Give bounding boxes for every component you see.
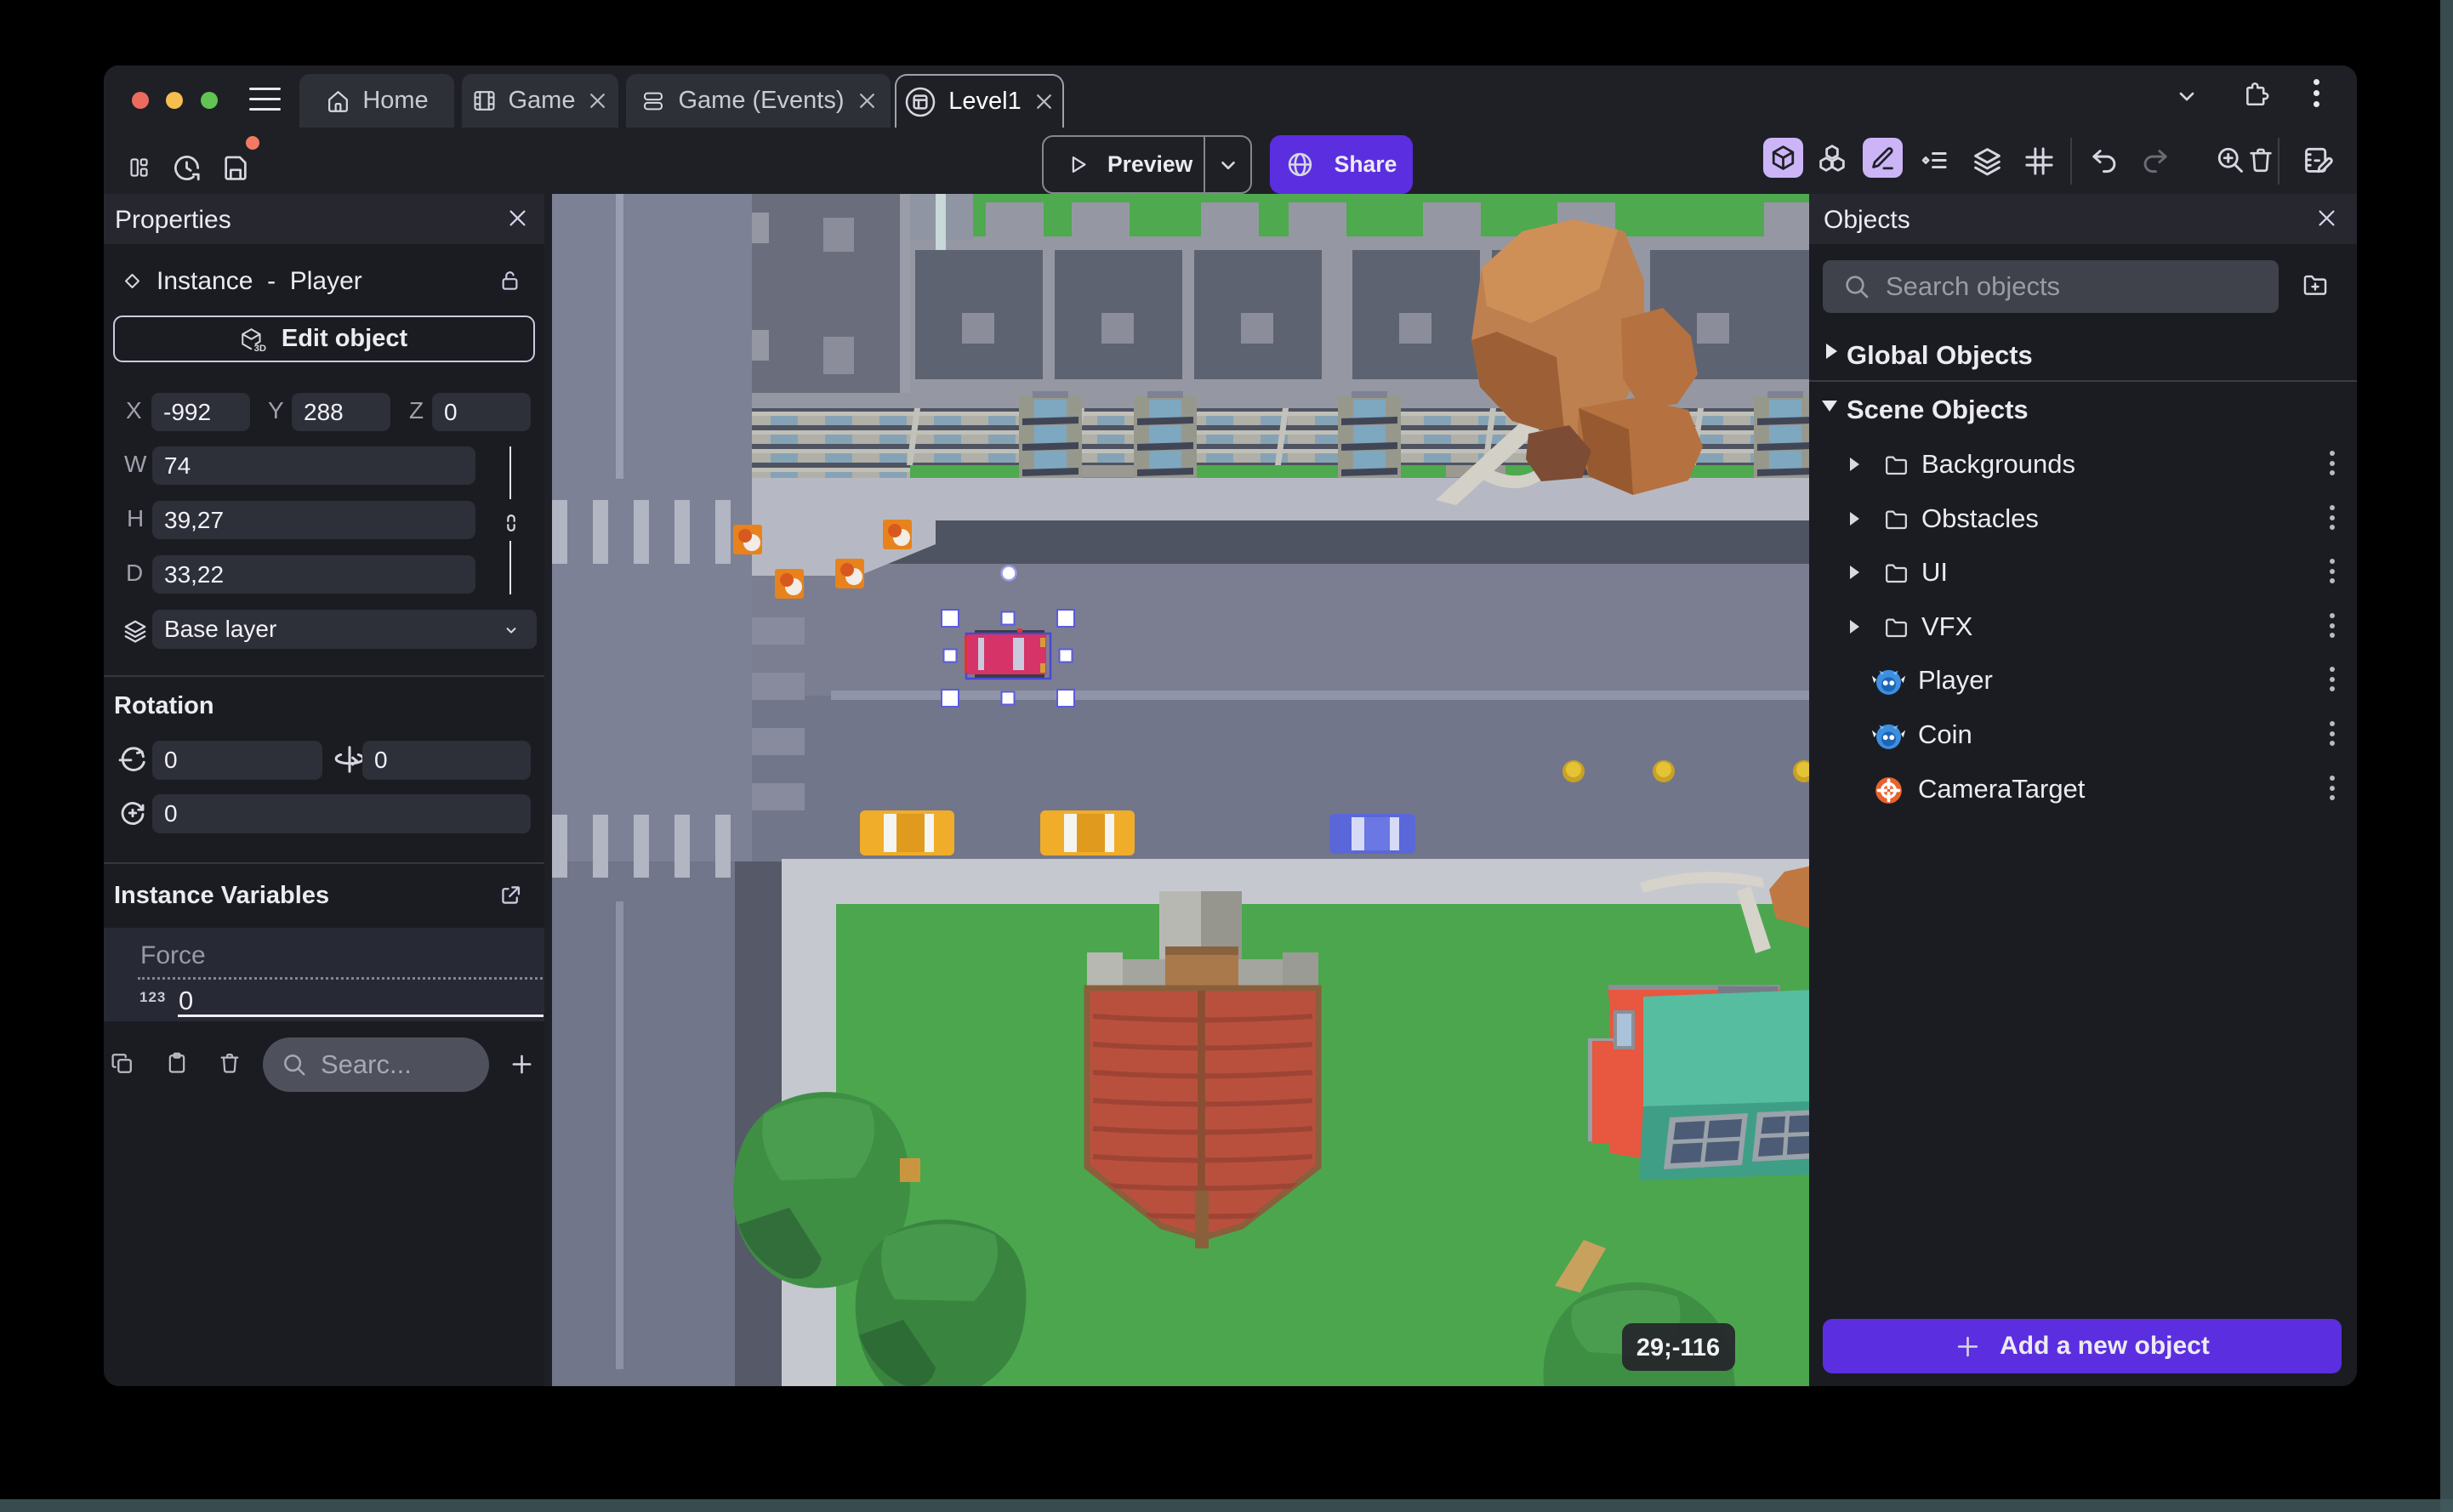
- svg-text:3D: 3D: [254, 343, 266, 351]
- svg-text:29;-116: 29;-116: [1636, 1334, 1720, 1361]
